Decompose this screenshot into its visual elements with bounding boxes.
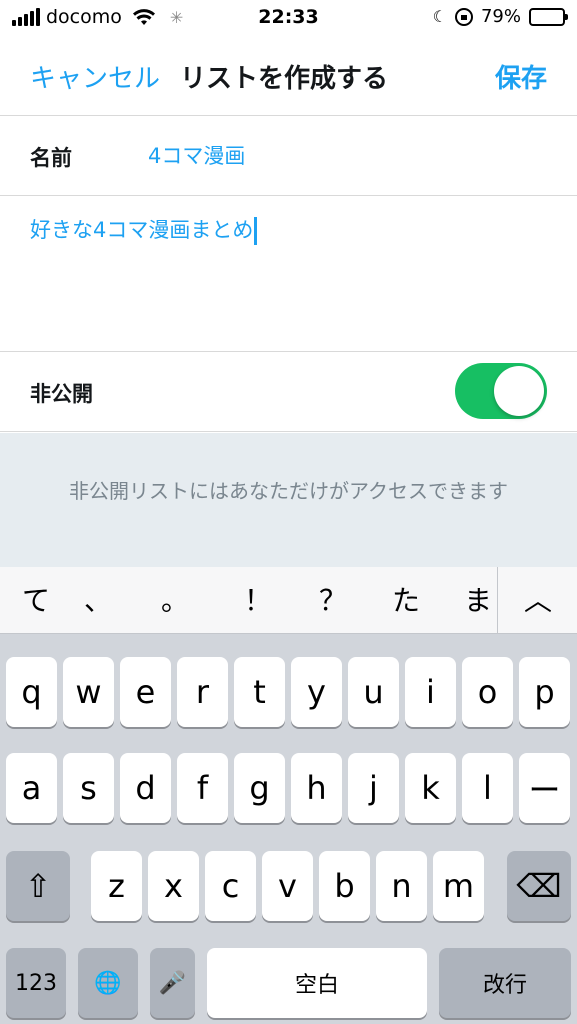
keyboard: て 、 。 ！ ？ た ま ︿ q w e r t y u i o p a s … bbox=[0, 567, 577, 1024]
private-note: 非公開リストにはあなただけがアクセスできます bbox=[69, 479, 508, 503]
description-field[interactable]: 好きな4コマ漫画まとめ bbox=[0, 196, 577, 352]
key-s[interactable]: s bbox=[63, 753, 114, 823]
private-row: 非公開 bbox=[0, 352, 577, 432]
description-text: 好きな4コマ漫画まとめ bbox=[30, 214, 258, 245]
description-value: 好きな4コマ漫画まとめ bbox=[30, 218, 254, 242]
key-u[interactable]: u bbox=[348, 657, 399, 727]
toggle-knob bbox=[494, 366, 544, 416]
key-r[interactable]: r bbox=[177, 657, 228, 727]
key-long-vowel[interactable]: ー bbox=[519, 753, 570, 823]
key-x[interactable]: x bbox=[148, 851, 199, 921]
shift-icon: ⇧ bbox=[24, 867, 52, 905]
suggestion-item[interactable]: ！ bbox=[228, 579, 288, 619]
name-input[interactable] bbox=[148, 136, 548, 174]
key-k[interactable]: k bbox=[405, 753, 456, 823]
globe-icon: 🌐 bbox=[94, 970, 122, 996]
backspace-icon: ⌫ bbox=[516, 867, 562, 905]
key-l[interactable]: l bbox=[462, 753, 513, 823]
return-key[interactable]: 改行 bbox=[439, 948, 571, 1018]
battery-icon bbox=[529, 7, 568, 26]
key-w[interactable]: w bbox=[63, 657, 114, 727]
suggestion-bar: て 、 。 ！ ？ た ま ︿ bbox=[0, 567, 577, 634]
key-n[interactable]: n bbox=[376, 851, 427, 921]
key-o[interactable]: o bbox=[462, 657, 513, 727]
key-q[interactable]: q bbox=[6, 657, 57, 727]
private-toggle[interactable] bbox=[455, 363, 547, 419]
key-z[interactable]: z bbox=[91, 851, 142, 921]
key-h[interactable]: h bbox=[291, 753, 342, 823]
battery-percentage: 79% bbox=[480, 6, 521, 27]
name-label: 名前 bbox=[30, 146, 72, 170]
orientation-lock-icon bbox=[454, 7, 473, 26]
shift-key[interactable]: ⇧ bbox=[6, 851, 70, 921]
key-v[interactable]: v bbox=[262, 851, 313, 921]
key-p[interactable]: p bbox=[519, 657, 570, 727]
key-g[interactable]: g bbox=[234, 753, 285, 823]
key-i[interactable]: i bbox=[405, 657, 456, 727]
private-note-section: 非公開リストにはあなただけがアクセスできます bbox=[0, 433, 577, 567]
suggestion-item[interactable]: 、 bbox=[68, 579, 128, 619]
key-e[interactable]: e bbox=[120, 657, 171, 727]
delete-key[interactable]: ⌫ bbox=[507, 851, 571, 921]
key-a[interactable]: a bbox=[6, 753, 57, 823]
key-f[interactable]: f bbox=[177, 753, 228, 823]
name-row: 名前 bbox=[0, 116, 577, 196]
key-y[interactable]: y bbox=[291, 657, 342, 727]
nav-bar: キャンセル リストを作成する 保存 bbox=[0, 38, 577, 116]
suggestion-item[interactable]: 。 bbox=[145, 579, 205, 619]
dictation-key[interactable]: 🎤 bbox=[150, 948, 195, 1018]
key-d[interactable]: d bbox=[120, 753, 171, 823]
save-button[interactable]: 保存 bbox=[495, 58, 547, 95]
key-t[interactable]: t bbox=[234, 657, 285, 727]
cancel-button[interactable]: キャンセル bbox=[30, 58, 160, 95]
text-cursor bbox=[254, 217, 258, 245]
private-label: 非公開 bbox=[30, 382, 93, 406]
key-c[interactable]: c bbox=[205, 851, 256, 921]
suggestion-item[interactable]: ？ bbox=[303, 579, 363, 619]
expand-suggestions-button[interactable]: ︿ bbox=[508, 579, 568, 619]
microphone-icon: 🎤 bbox=[158, 970, 187, 996]
globe-key[interactable]: 🌐 bbox=[78, 948, 138, 1018]
suggestion-item[interactable]: て bbox=[6, 579, 66, 619]
suggestion-item[interactable]: ま bbox=[448, 579, 508, 619]
do-not-disturb-icon: ☾ bbox=[432, 7, 447, 26]
key-m[interactable]: m bbox=[433, 851, 484, 921]
suggestion-item[interactable]: た bbox=[376, 579, 436, 619]
numbers-key[interactable]: 123 bbox=[6, 948, 66, 1018]
key-j[interactable]: j bbox=[348, 753, 399, 823]
space-key[interactable]: 空白 bbox=[207, 948, 427, 1018]
page-title: リストを作成する bbox=[180, 64, 389, 94]
status-bar: docomo ✳ 22:33 ☾ 79% bbox=[0, 0, 577, 38]
key-b[interactable]: b bbox=[319, 851, 370, 921]
